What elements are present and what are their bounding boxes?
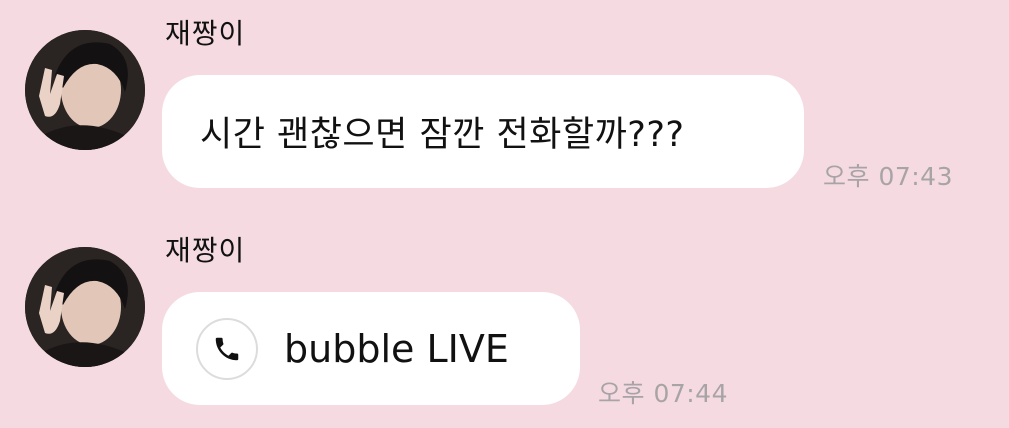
avatar-photo <box>25 30 145 150</box>
call-bubble[interactable]: bubble LIVE <box>162 292 580 405</box>
avatar[interactable] <box>25 30 145 150</box>
avatar[interactable] <box>25 247 145 367</box>
sender-name: 재짱이 <box>165 234 246 267</box>
message-text: 시간 괜찮으면 잠깐 전화할까??? <box>200 115 685 155</box>
call-label: bubble LIVE <box>284 326 509 371</box>
phone-icon[interactable] <box>196 317 258 380</box>
sender-name: 재짱이 <box>165 17 246 50</box>
message-bubble[interactable]: 시간 괜찮으면 잠깐 전화할까??? <box>162 75 804 188</box>
avatar-photo <box>25 247 145 367</box>
message-timestamp: 오후 07:44 <box>598 379 728 408</box>
message-timestamp: 오후 07:43 <box>823 162 953 191</box>
